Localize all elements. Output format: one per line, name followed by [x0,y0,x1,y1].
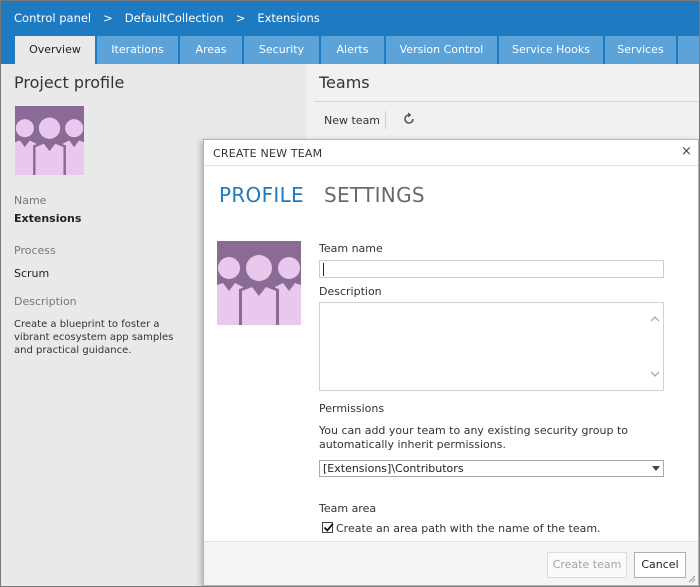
name-label: Name [14,194,47,207]
textarea-scrollbar[interactable] [647,303,663,390]
team-icon [217,241,301,325]
tab-iterations[interactable]: Iterations [97,36,178,64]
permissions-select[interactable]: [Extensions]\Contributors [319,460,664,477]
project-profile-title: Project profile [14,73,125,92]
tab-service-hooks[interactable]: Service Hooks [499,36,603,64]
dialog-footer: Create team Cancel [204,541,698,585]
tab-profile[interactable]: PROFILE [219,183,304,207]
chevron-up-icon[interactable] [650,314,660,324]
breadcrumb-separator: > [235,11,246,25]
dialog-title: CREATE NEW TEAM [213,147,323,160]
description-value: Create a blueprint to foster a vibrant e… [14,319,174,356]
create-team-dialog: CREATE NEW TEAM × PROFILE SETTINGS Team … [203,139,699,586]
dialog-header: CREATE NEW TEAM × [204,140,698,166]
tab-overflow[interactable] [678,36,699,64]
breadcrumb-project: Extensions [257,11,320,25]
team-area-label: Team area [319,502,377,515]
teams-title: Teams [319,73,370,92]
checkmark-icon [323,523,334,532]
close-icon[interactable]: × [681,144,692,159]
name-value: Extensions [14,212,82,225]
breadcrumb-separator: > [103,11,113,25]
refresh-icon[interactable] [402,112,416,126]
app-window: Control panel > DefaultCollection > Exte… [0,0,700,587]
team-icon [15,106,84,175]
description-label: Description [14,295,77,308]
new-team-button[interactable]: New team [324,114,380,127]
team-name-input[interactable] [319,260,664,278]
tab-areas[interactable]: Areas [180,36,242,64]
tab-services[interactable]: Services [605,36,676,64]
dropdown-arrow-icon[interactable] [652,466,660,471]
project-avatar [15,106,84,175]
process-label: Process [14,244,56,257]
resize-grip-icon[interactable] [686,573,696,583]
permissions-text: You can add your team to any existing se… [319,424,629,451]
breadcrumb-collection[interactable]: DefaultCollection [125,11,224,25]
top-bar: Control panel > DefaultCollection > Exte… [1,1,699,36]
create-team-button[interactable]: Create team [547,552,627,578]
team-name-label: Team name [319,242,383,255]
chevron-down-icon[interactable] [650,369,660,379]
tab-settings[interactable]: SETTINGS [324,183,425,207]
toolbar-separator [385,111,386,129]
team-area-checkbox[interactable] [322,522,334,533]
tab-bar: Overview Iterations Areas Security Alert… [1,36,699,64]
tab-alerts[interactable]: Alerts [321,36,384,64]
tab-overview[interactable]: Overview [15,36,95,64]
description-textarea[interactable] [319,302,664,391]
description-field-label: Description [319,285,382,298]
team-avatar[interactable] [217,241,301,325]
breadcrumb: Control panel > DefaultCollection > Exte… [14,11,320,25]
tab-version-control[interactable]: Version Control [386,36,497,64]
permissions-label: Permissions [319,402,385,415]
team-area-checkbox-label[interactable]: Create an area path with the name of the… [336,522,601,535]
tab-security[interactable]: Security [244,36,319,64]
permissions-select-value: [Extensions]\Contributors [323,462,464,475]
teams-divider [314,101,699,102]
cancel-button[interactable]: Cancel [634,552,686,578]
breadcrumb-control-panel[interactable]: Control panel [14,11,91,25]
text-caret [323,263,324,276]
process-value: Scrum [14,267,50,280]
